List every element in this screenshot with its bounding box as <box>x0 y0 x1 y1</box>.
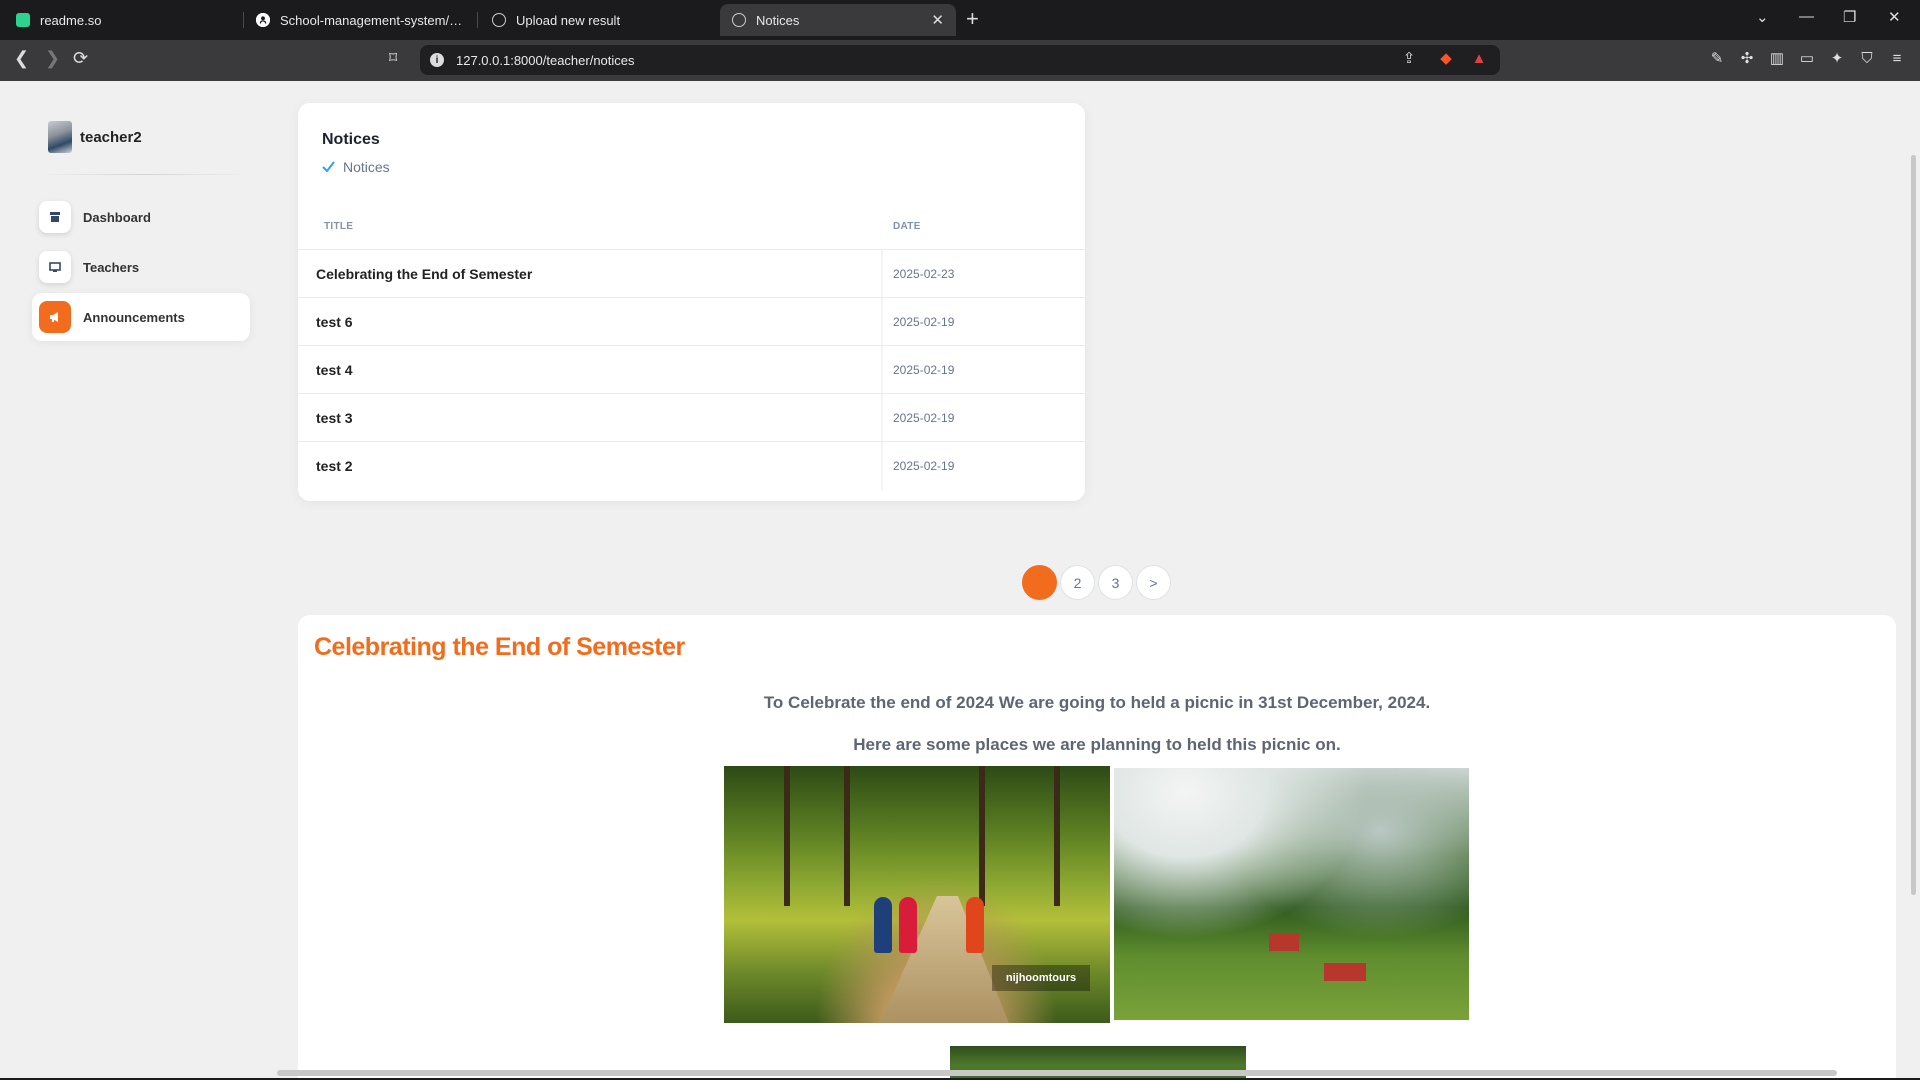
reload-icon[interactable]: ⟳ <box>73 48 88 69</box>
restore-window-icon[interactable]: ❐ <box>1843 8 1856 26</box>
tree-trunk <box>1054 766 1060 906</box>
tab-upload-result[interactable]: Upload new result <box>480 4 712 36</box>
tree-trunk <box>784 766 790 906</box>
readme-favicon-icon <box>16 13 30 27</box>
house-roof <box>1324 963 1366 981</box>
user-name: teacher2 <box>80 128 142 146</box>
github-icon <box>256 13 270 27</box>
page-button-2[interactable]: 2 <box>1060 565 1095 600</box>
column-divider <box>881 298 883 346</box>
notice-title: Celebrating the End of Semester <box>314 633 685 661</box>
shop-icon <box>39 201 71 233</box>
new-tab-button[interactable]: + <box>966 8 979 30</box>
notice-title-cell[interactable]: test 4 <box>316 362 353 378</box>
table-row[interactable]: test 6 2025-02-19 <box>298 297 1085 346</box>
table-row[interactable]: test 3 2025-02-19 <box>298 393 1085 442</box>
table-row[interactable]: test 4 2025-02-19 <box>298 345 1085 394</box>
vertical-scrollbar[interactable] <box>1911 155 1916 895</box>
pen-icon[interactable]: ✎ <box>1708 50 1726 68</box>
notice-date-cell: 2025-02-23 <box>893 267 955 281</box>
minimize-window-icon[interactable]: — <box>1799 8 1814 25</box>
table-row[interactable]: test 2 2025-02-19 <box>298 441 1085 490</box>
leo-ai-icon[interactable]: ✦ <box>1828 50 1846 68</box>
share-icon[interactable]: ⇪ <box>1400 50 1418 68</box>
notice-title-cell[interactable]: test 2 <box>316 458 353 474</box>
close-window-icon[interactable]: ✕ <box>1888 8 1901 26</box>
brave-rewards-icon[interactable]: ▲ <box>1470 50 1488 68</box>
check-icon <box>322 159 335 175</box>
notice-date-cell: 2025-02-19 <box>893 315 955 329</box>
notice-paragraph: Here are some places we are planning to … <box>853 735 1341 754</box>
globe-icon <box>732 13 746 27</box>
tab-list-chevron-icon[interactable]: ⌄ <box>1756 8 1769 26</box>
menu-icon[interactable]: ≡ <box>1888 50 1906 68</box>
presentation-icon <box>39 251 71 283</box>
person-figure <box>966 897 984 953</box>
page-button-3[interactable]: 3 <box>1098 565 1133 600</box>
hill-resort-photo <box>1114 768 1469 1020</box>
notice-date-cell: 2025-02-19 <box>893 459 955 473</box>
column-header-date: DATE <box>893 221 921 232</box>
wallet-icon[interactable]: ▭ <box>1798 50 1816 68</box>
column-divider <box>881 442 883 490</box>
notice-title-cell[interactable]: test 3 <box>316 410 353 426</box>
globe-icon <box>492 13 506 27</box>
tab-readme[interactable]: readme.so <box>4 4 242 36</box>
notice-date-cell: 2025-02-19 <box>893 411 955 425</box>
dirt-path <box>874 896 1014 1023</box>
sidebar-item-label: Dashboard <box>83 209 151 225</box>
site-info-icon[interactable]: i <box>430 53 444 67</box>
sidebar-item-dashboard[interactable]: Dashboard <box>32 193 250 241</box>
table-row[interactable]: Celebrating the End of Semester 2025-02-… <box>298 249 1085 298</box>
tab-notices[interactable]: Notices ✕ <box>720 4 956 36</box>
tea-garden-photo: nijhoomtours <box>724 766 1110 1023</box>
avatar <box>48 121 72 153</box>
sidebar-user[interactable]: teacher2 <box>48 121 142 153</box>
page-button-1[interactable]: 1 <box>1022 565 1057 600</box>
card-subtitle: Notices <box>322 159 390 175</box>
notice-title-cell[interactable]: test 6 <box>316 314 353 330</box>
notices-card: Notices Notices TITLE DATE Celebrating t… <box>298 103 1085 501</box>
notice-paragraph: To Celebrate the end of 2024 We are goin… <box>763 693 1431 712</box>
tree-trunk <box>979 766 985 906</box>
photo-watermark: nijhoomtours <box>992 965 1090 991</box>
next-page-button[interactable]: > <box>1136 565 1171 600</box>
browser-tab-bar: readme.so School-management-system/Demo … <box>0 0 1920 40</box>
horizontal-scrollbar[interactable] <box>277 1070 1837 1076</box>
notice-detail: Celebrating the End of Semester To Celeb… <box>298 615 1896 1080</box>
sidebar-divider <box>40 174 250 175</box>
sidebar-toggle-icon[interactable]: ▥ <box>1768 50 1786 68</box>
browser-toolbar: ❮ ❯ ⟳ ⌑ i 127.0.0.1:8000/teacher/notices… <box>0 40 1920 81</box>
tree-trunk <box>844 766 850 906</box>
close-tab-icon[interactable]: ✕ <box>931 11 944 29</box>
sidebar-item-announcements[interactable]: Announcements <box>32 293 250 341</box>
column-divider <box>881 346 883 394</box>
sidebar-item-label: Teachers <box>83 259 140 275</box>
sidebar-item-label: Announcements <box>83 309 185 325</box>
card-title: Notices <box>322 131 380 148</box>
card-subtitle-text: Notices <box>343 159 390 175</box>
house-roof <box>1269 933 1299 951</box>
tab-separator <box>477 12 478 28</box>
pagination: 1 2 3 > <box>1022 565 1174 600</box>
extensions-icon[interactable]: ✣ <box>1738 50 1756 68</box>
column-header-title: TITLE <box>324 221 354 232</box>
column-divider <box>881 250 883 298</box>
person-figure <box>899 897 917 953</box>
bookmark-icon[interactable]: ⌑ <box>389 48 397 68</box>
person-figure <box>874 897 892 953</box>
sidebar-item-teachers[interactable]: Teachers <box>32 243 250 291</box>
notice-date-cell: 2025-02-19 <box>893 363 955 377</box>
page-content: teacher2 Dashboard Teachers Announcement… <box>0 81 1920 1080</box>
back-icon[interactable]: ❮ <box>14 48 29 69</box>
tab-github[interactable]: School-management-system/Demo <box>244 4 476 36</box>
brave-shield-icon[interactable]: ◆ <box>1437 50 1455 68</box>
forward-icon[interactable]: ❯ <box>45 48 60 69</box>
address-bar[interactable]: i 127.0.0.1:8000/teacher/notices <box>420 45 1500 75</box>
megaphone-icon <box>39 301 71 333</box>
vpn-icon[interactable]: ⛉ <box>1858 50 1876 68</box>
column-divider <box>881 394 883 442</box>
notice-title-cell[interactable]: Celebrating the End of Semester <box>316 266 532 282</box>
url-text[interactable]: 127.0.0.1:8000/teacher/notices <box>456 53 635 68</box>
